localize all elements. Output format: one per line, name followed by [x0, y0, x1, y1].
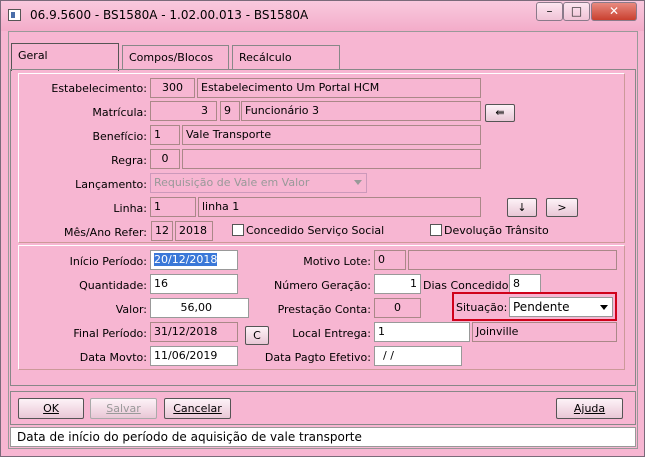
inicio-periodo-field[interactable]: 20/12/2018 [150, 250, 238, 270]
inicio-periodo-value: 20/12/2018 [154, 253, 218, 266]
ajuda-button[interactable]: Ajuda [556, 398, 623, 419]
matricula-name: Funcionário 3 [241, 101, 481, 121]
situacao-value: Pendente [513, 300, 570, 314]
dias-concedidos-label: Dias Concedidos: [423, 279, 518, 292]
lancamento-select[interactable]: Requisição de Vale em Valor [150, 173, 367, 193]
matricula-code[interactable]: 3 [150, 101, 217, 121]
local-entrega-name: Joinville [472, 322, 617, 342]
chevron-down-icon [354, 180, 362, 185]
beneficio-code[interactable]: 1 [150, 125, 180, 145]
devolucao-transito-checkbox[interactable] [430, 224, 442, 236]
mes-ano-label: Mês/Ano Refer: [63, 226, 147, 239]
linha-label: Linha: [113, 202, 147, 215]
regra-code[interactable]: 0 [150, 149, 180, 169]
mes-field[interactable]: 12 [151, 221, 173, 241]
dias-concedidos-field[interactable]: 8 [509, 274, 541, 294]
valor-label: Valor: [115, 303, 147, 316]
beneficio-label: Benefício: [92, 130, 147, 143]
ano-field[interactable]: 2018 [175, 221, 213, 241]
data-pagto-efetivo-field[interactable]: / / [374, 346, 462, 366]
main-window: 06.9.5600 - BS1580A - 1.02.00.013 - BS15… [0, 0, 645, 457]
situacao-label: Situação: [456, 301, 508, 314]
linha-code[interactable]: 1 [150, 197, 196, 217]
close-button[interactable]: ✕ [591, 2, 637, 21]
concedido-servico-social-checkbox[interactable] [232, 224, 244, 236]
linha-next-button[interactable]: > [546, 198, 578, 217]
tab-label: Compos/Blocos [129, 51, 214, 64]
tab-compos-blocos[interactable]: Compos/Blocos [122, 45, 229, 69]
motivo-lote-label: Motivo Lote: [303, 255, 371, 268]
valor-field[interactable]: 56,00 [150, 298, 249, 318]
app-icon [8, 9, 21, 21]
concedido-servico-social-label: Concedido Serviço Social [246, 224, 385, 237]
data-movto-label: Data Movto: [79, 351, 147, 364]
tab-label: Geral [18, 49, 48, 62]
estabelecimento-label: Estabelecimento: [51, 82, 147, 95]
minimize-button[interactable]: – [536, 2, 563, 21]
lancamento-value: Requisição de Vale em Valor [154, 176, 310, 189]
devolucao-transito-label: Devolução Trânsito [444, 224, 549, 237]
prestacao-conta-field[interactable]: 0 [374, 298, 421, 318]
matricula-label: Matrícula: [92, 106, 147, 119]
numero-geracao-label: Número Geração: [274, 279, 371, 292]
final-periodo-field[interactable]: 31/12/2018 [150, 322, 238, 342]
estabelecimento-name: Estabelecimento Um Portal HCM [197, 78, 481, 98]
data-pagto-efetivo-label: Data Pagto Efetivo: [264, 351, 371, 364]
status-bar: Data de início do período de aquisição d… [10, 427, 636, 447]
linha-down-button[interactable]: ↓ [507, 198, 537, 217]
tab-label: Recálculo [239, 51, 292, 64]
chevron-down-icon [600, 305, 608, 310]
data-movto-field[interactable]: 11/06/2019 [150, 346, 238, 366]
window-title: 06.9.5600 - BS1580A - 1.02.00.013 - BS15… [30, 8, 309, 22]
regra-label: Regra: [111, 154, 147, 167]
arrow-down-icon: ↓ [517, 201, 527, 214]
matricula-zoom-button[interactable]: ⇚ [485, 104, 515, 122]
quantidade-label: Quantidade: [79, 279, 147, 292]
cancelar-label: Cancelar [173, 402, 222, 415]
ajuda-label: Ajuda [573, 402, 606, 415]
cancelar-button[interactable]: Cancelar [164, 398, 231, 419]
situacao-select[interactable]: Pendente [509, 297, 613, 317]
local-entrega-code[interactable]: 1 [374, 322, 470, 342]
salvar-label: Salvar [106, 402, 141, 415]
motivo-lote-code[interactable]: 0 [374, 250, 406, 270]
matricula-digit: 9 [220, 101, 240, 121]
tab-recalculo[interactable]: Recálculo [232, 45, 340, 69]
estabelecimento-code[interactable]: 300 [150, 78, 195, 98]
beneficio-name: Vale Transporte [182, 125, 481, 145]
local-entrega-label: Local Entrega: [292, 327, 371, 340]
prestacao-conta-label: Prestação Conta: [277, 303, 371, 316]
ok-button[interactable]: OK [18, 398, 84, 419]
salvar-button[interactable]: Salvar [90, 398, 157, 419]
lancamento-label: Lançamento: [75, 178, 147, 191]
motivo-lote-name [408, 250, 617, 270]
maximize-button[interactable]: □ [563, 2, 590, 21]
inicio-periodo-label: Início Período: [69, 255, 147, 268]
zoom-icon: ⇚ [495, 106, 505, 119]
chevron-right-icon: > [557, 201, 567, 214]
regra-name [182, 149, 481, 169]
final-periodo-label: Final Período: [73, 327, 147, 340]
numero-geracao-field[interactable]: 1 [374, 274, 421, 294]
linha-name: linha 1 [198, 197, 481, 217]
quantidade-field[interactable]: 16 [150, 274, 238, 294]
title-bar: 06.9.5600 - BS1580A - 1.02.00.013 - BS15… [1, 1, 644, 31]
ok-label: OK [43, 402, 59, 415]
tab-geral[interactable]: Geral [11, 43, 119, 71]
